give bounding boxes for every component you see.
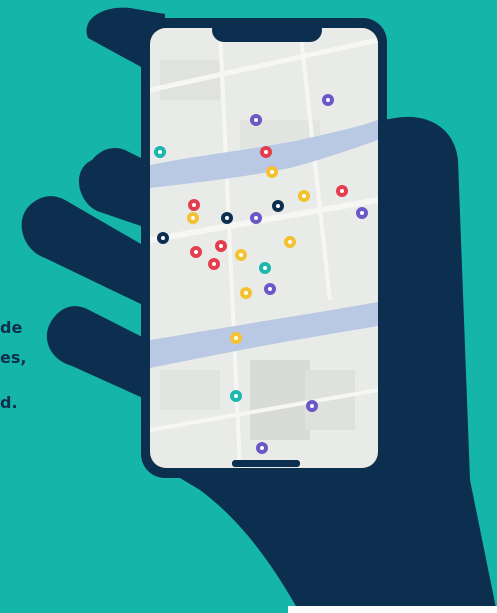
map-marker-red[interactable] [260, 146, 272, 158]
map-marker-yellow[interactable] [230, 332, 242, 344]
phone [141, 18, 387, 478]
map-marker-navy[interactable] [221, 212, 233, 224]
text-fragment-2: es, [0, 348, 27, 367]
map-marker-teal[interactable] [259, 262, 271, 274]
corner-strip [288, 606, 497, 613]
map-marker-yellow[interactable] [284, 236, 296, 248]
map-marker-purple[interactable] [250, 212, 262, 224]
map-marker-yellow[interactable] [187, 212, 199, 224]
map-marker-red[interactable] [188, 199, 200, 211]
text-fragment-1: de [0, 318, 23, 337]
map-marker-purple[interactable] [264, 283, 276, 295]
home-indicator [232, 460, 300, 467]
map-marker-teal[interactable] [154, 146, 166, 158]
map-marker-purple[interactable] [306, 400, 318, 412]
map-marker-purple[interactable] [356, 207, 368, 219]
map-marker-red[interactable] [336, 185, 348, 197]
map-marker-purple[interactable] [250, 114, 262, 126]
map-marker-navy[interactable] [272, 200, 284, 212]
phone-notch [212, 18, 322, 42]
text-fragment-3: d. [0, 393, 18, 412]
map-marker-navy[interactable] [157, 232, 169, 244]
map-marker-purple[interactable] [256, 442, 268, 454]
map-marker-red[interactable] [190, 246, 202, 258]
map-marker-yellow[interactable] [240, 287, 252, 299]
illustration [21, 7, 497, 613]
map-marker-yellow[interactable] [266, 166, 278, 178]
map-marker-yellow[interactable] [298, 190, 310, 202]
map-marker-teal[interactable] [230, 390, 242, 402]
map-marker-yellow[interactable] [235, 249, 247, 261]
map-marker-red[interactable] [215, 240, 227, 252]
map-marker-purple[interactable] [322, 94, 334, 106]
map-marker-red[interactable] [208, 258, 220, 270]
map-screen[interactable] [150, 28, 378, 468]
